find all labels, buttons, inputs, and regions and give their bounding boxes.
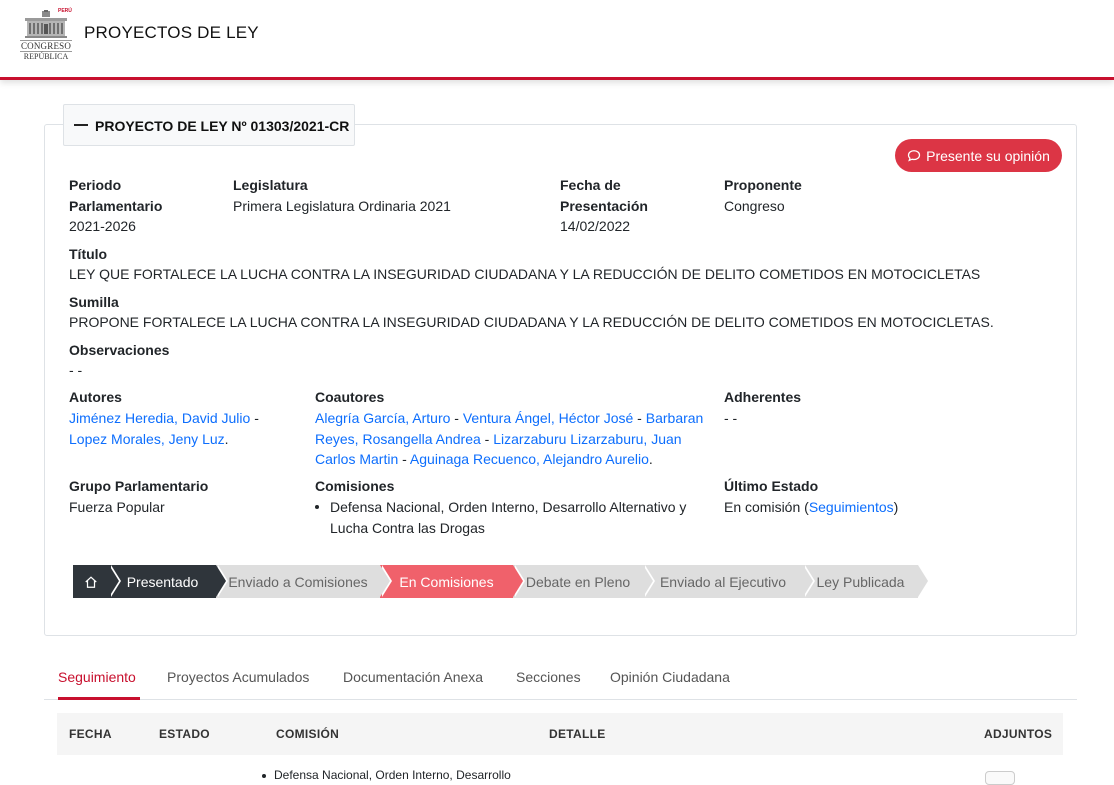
project-collapse-toggle[interactable]: PROYECTO DE LEY Nº 01303/2021-CR [63, 104, 355, 146]
step-home[interactable] [73, 565, 121, 598]
step-label: Ley Publicada [816, 573, 905, 590]
tab-secciones[interactable]: Secciones [516, 669, 581, 685]
observaciones-value: - - [69, 362, 83, 378]
author-link[interactable]: Jiménez Heredia, David Julio [69, 410, 250, 426]
proponente-value: Congreso [724, 198, 785, 214]
grupo-value: Fuerza Popular [69, 499, 165, 515]
comisiones-list: Defensa Nacional, Orden Interno, Desarro… [315, 497, 705, 538]
tab-documentacion-anexa[interactable]: Documentación Anexa [343, 669, 483, 685]
table-header: FECHA ESTADO COMISIÓN DETALLE ADJUNTOS [57, 713, 1063, 755]
step-debate-pleno[interactable]: Debate en Pleno [513, 565, 655, 598]
titulo-label: Título [69, 246, 108, 262]
proponente-label: Proponente [724, 177, 802, 193]
app-title: PROYECTOS DE LEY [84, 23, 259, 42]
list-bullet [315, 505, 319, 509]
legislatura-label: Legislatura [233, 177, 308, 193]
periodo-value: 2021-2026 [69, 218, 136, 234]
congress-building-icon [25, 10, 67, 38]
attachment-button[interactable] [985, 771, 1015, 785]
titulo-value: LEY QUE FORTALECE LA LUCHA CONTRA LA INS… [69, 266, 981, 282]
step-label: En Comisiones [399, 573, 494, 590]
estado-label: Último Estado [724, 478, 819, 494]
seguimientos-link[interactable]: Seguimientos [809, 499, 894, 515]
list-bullet [262, 773, 266, 778]
active-tab-indicator [58, 697, 140, 700]
estado-suffix: ) [893, 499, 899, 515]
tab-seguimiento[interactable]: Seguimiento [58, 669, 136, 685]
observaciones-label: Observaciones [69, 342, 170, 358]
col-estado[interactable]: ESTADO [159, 727, 210, 741]
home-icon [85, 575, 97, 588]
periodo-label: Periodo Parlamentario [69, 177, 163, 214]
tab-proyectos-acumulados[interactable]: Proyectos Acumulados [167, 669, 309, 685]
autores-label: Autores [69, 389, 122, 405]
estado-text: En comisión ( [724, 499, 809, 515]
legislatura-value: Primera Legislatura Ordinaria 2021 [233, 198, 451, 214]
fecha-value: 14/02/2022 [560, 218, 631, 234]
col-fecha[interactable]: FECHA [69, 727, 112, 741]
logo-text-republica: REPÚBLICA [20, 51, 72, 61]
present-opinion-label: Presente su opinión [926, 147, 1050, 164]
project-heading: PROYECTO DE LEY Nº 01303/2021-CR [95, 118, 350, 134]
comision-item: Defensa Nacional, Orden Interno, Desarro… [330, 499, 687, 536]
estado-value: En comisión (Seguimientos) [724, 497, 898, 518]
chat-bubble-icon [907, 149, 921, 161]
row-comision: Defensa Nacional, Orden Interno, Desarro… [274, 768, 511, 782]
top-header: PERÚ CONGRESO REPÚBLICA PROYECTOS DE LEY [0, 0, 1114, 80]
logo-text-congreso: CONGRESO [20, 40, 72, 51]
table-row: Defensa Nacional, Orden Interno, Desarro… [262, 768, 511, 782]
coauthor-link[interactable]: Aguinaga Recuenco, Alejandro Aurelio [410, 451, 649, 467]
author-link[interactable]: Lopez Morales, Jeny Luz [69, 431, 225, 447]
minus-icon [74, 124, 88, 126]
grupo-label: Grupo Parlamentario [69, 478, 209, 494]
coautores-list: Alegría García, Arturo - Ventura Ángel, … [315, 410, 704, 467]
tab-opinion-ciudadana[interactable]: Opinión Ciudadana [610, 669, 730, 685]
step-ley-publicada[interactable]: Ley Publicada [803, 565, 930, 598]
step-label: Enviado al Ejecutivo [659, 573, 787, 590]
step-label: Presentado [126, 573, 199, 590]
present-opinion-button[interactable]: Presente su opinión [895, 139, 1062, 172]
step-enviado-ejecutivo[interactable]: Enviado al Ejecutivo [643, 565, 815, 598]
coauthor-link[interactable]: Alegría García, Arturo [315, 410, 450, 426]
logo-country-tag: PERÚ [58, 8, 72, 14]
col-detalle[interactable]: DETALLE [549, 727, 606, 741]
coautores-label: Coautores [315, 389, 385, 405]
sumilla-label: Sumilla [69, 294, 119, 310]
tab-bar: Seguimiento Proyectos Acumulados Documen… [44, 657, 1077, 700]
status-stepper: Presentado Enviado a Comisiones En Comis… [73, 565, 930, 598]
step-presentado[interactable]: Presentado [109, 565, 228, 598]
congreso-logo[interactable]: PERÚ CONGRESO REPÚBLICA [20, 8, 72, 62]
step-label: Debate en Pleno [525, 573, 631, 590]
autores-list: Jiménez Heredia, David Julio - Lopez Mor… [69, 410, 259, 447]
coauthor-link[interactable]: Ventura Ángel, Héctor José [463, 410, 633, 426]
step-enviado-comisiones[interactable]: Enviado a Comisiones [216, 565, 392, 598]
step-label: Enviado a Comisiones [228, 573, 368, 590]
step-en-comisiones[interactable]: En Comisiones [380, 565, 525, 598]
sumilla-value: PROPONE FORTALECE LA LUCHA CONTRA LA INS… [69, 314, 994, 330]
col-comision[interactable]: COMISIÓN [276, 727, 339, 741]
adherentes-label: Adherentes [724, 389, 802, 405]
col-adjuntos[interactable]: ADJUNTOS [984, 727, 1052, 741]
fecha-label: Fecha de Presentación [560, 177, 648, 214]
comisiones-label: Comisiones [315, 478, 395, 494]
adherentes-value: - - [724, 410, 738, 426]
